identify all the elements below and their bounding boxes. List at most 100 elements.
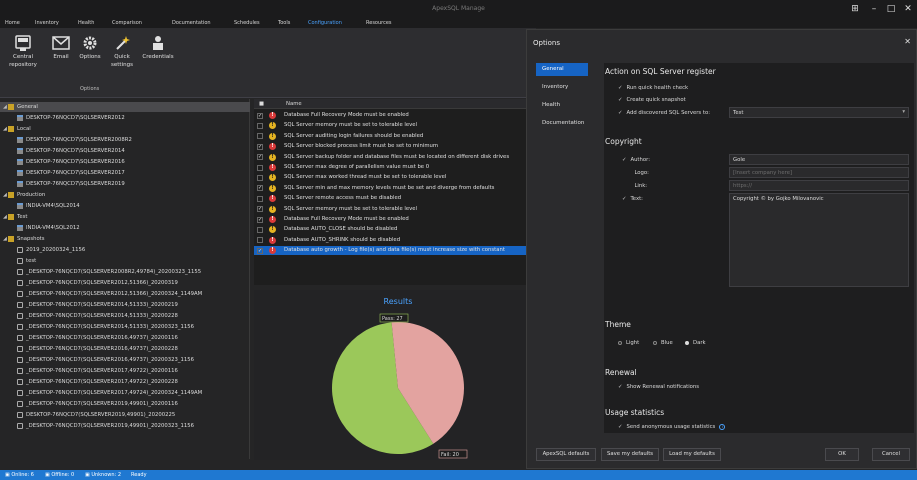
row-checkbox[interactable]: ✓ xyxy=(257,112,263,119)
tree-snapshot-item[interactable]: _DESKTOP-76NQCD7(SQLSERVER2012,51366)_20… xyxy=(0,278,250,288)
tree-snapshot-item[interactable]: _DESKTOP-76NQCD7(SQLSERVER2014,51333)_20… xyxy=(0,311,250,321)
grid-row[interactable]: ✓! Database Full Recovery Mode must be en… xyxy=(254,215,536,224)
author-input[interactable]: Gole xyxy=(729,154,909,165)
grid-row[interactable]: ✓! SQL Server min and max memory levels m… xyxy=(254,184,536,193)
grid-row[interactable]: ✓! SQL Server blocked process limit must … xyxy=(254,142,536,151)
grid-row[interactable]: ! SQL Server memory must be set to tolera… xyxy=(254,121,536,130)
row-checkbox[interactable] xyxy=(257,133,263,140)
grid-row[interactable]: ! SQL Server remote access must be disabl… xyxy=(254,194,536,203)
row-checkbox[interactable]: ✓ xyxy=(257,143,263,150)
options-button[interactable]: Options xyxy=(76,34,104,60)
tree-server-item[interactable]: DESKTOP-76NQCD7\SQLSERVER2008R2 xyxy=(0,135,250,145)
save-my-defaults-button[interactable]: Save my defaults xyxy=(601,448,659,461)
tree-group[interactable]: ◢ Test xyxy=(0,212,250,222)
row-checkbox[interactable] xyxy=(257,122,263,129)
grid-row[interactable]: ✓! SQL Server memory must be set to toler… xyxy=(254,205,536,214)
tree-server-item[interactable]: DESKTOP-76NQCD7\SQLSERVER2016 xyxy=(0,157,250,167)
tree-group[interactable]: ◢ Snapshots xyxy=(0,234,250,244)
tree-group[interactable]: ◢ Local xyxy=(0,124,250,134)
central-repository-button[interactable]: Central repository xyxy=(4,34,42,68)
nav-inventory[interactable]: Inventory xyxy=(536,81,588,94)
menu-configuration[interactable]: Configuration xyxy=(308,20,342,26)
tree-snapshot-item[interactable]: _DESKTOP-76NQCD7(SQLSERVER2016,49737)_20… xyxy=(0,355,250,365)
menu-health[interactable]: Health xyxy=(78,20,94,26)
dialog-close-icon[interactable]: ✕ xyxy=(904,37,911,46)
theme-dark-radio[interactable]: Dark xyxy=(685,340,706,346)
tree-snapshot-item[interactable]: _DESKTOP-76NQCD7(SQLSERVER2012,51366)_20… xyxy=(0,289,250,299)
row-checkbox[interactable] xyxy=(257,237,263,244)
row-checkbox[interactable]: ✓ xyxy=(257,206,263,213)
copyright-text-area[interactable]: Copyright © by Gojko Milovanovic xyxy=(729,193,909,287)
grid-row[interactable]: ! Database AUTO_CLOSE should be disabled xyxy=(254,225,536,234)
tree-server-item[interactable]: DESKTOP-76NQCD7\SQLSERVER2014 xyxy=(0,146,250,156)
tree-snapshot-item[interactable]: _DESKTOP-76NQCD7(SQLSERVER2017,49722)_20… xyxy=(0,377,250,387)
tree-group[interactable]: ◢ Production xyxy=(0,190,250,200)
tree-server-item[interactable]: INDIA-VM4\SQL2012 xyxy=(0,223,250,233)
info-icon[interactable]: i xyxy=(719,424,726,430)
row-checkbox[interactable]: ✓ xyxy=(257,216,263,223)
option-health-check[interactable]: ✓ Run quick health check xyxy=(618,85,688,91)
theme-light-radio[interactable]: Light xyxy=(618,340,639,346)
grid-row[interactable]: ✓! SQL Server backup folder and database … xyxy=(254,153,536,162)
tree-server-item[interactable]: DESKTOP-76NQCD7\SQLSERVER2019 xyxy=(0,179,250,189)
row-checkbox[interactable]: ✓ xyxy=(257,185,263,192)
minimize-button[interactable]: – xyxy=(867,2,881,16)
menu-comparison[interactable]: Comparison xyxy=(112,20,142,26)
close-button[interactable]: ✕ xyxy=(901,2,915,16)
row-checkbox[interactable] xyxy=(257,174,263,181)
grid-header-severity[interactable]: ■ xyxy=(259,101,264,107)
menu-inventory[interactable]: Inventory xyxy=(35,20,59,26)
tree-snapshot-item[interactable]: _DESKTOP-76NQCD7(SQLSERVER2017,49722)_20… xyxy=(0,366,250,376)
tree-snapshot-item[interactable]: _DESKTOP-76NQCD7(SQLSERVER2019,49901)_20… xyxy=(0,421,250,431)
tree-snapshot-item[interactable]: _DESKTOP-76NQCD7(SQLSERVER2008R2,49784)_… xyxy=(0,267,250,277)
load-my-defaults-button[interactable]: Load my defaults xyxy=(663,448,721,461)
tree-snapshot-item[interactable]: _DESKTOP-76NQCD7(SQLSERVER2016,49737)_20… xyxy=(0,344,250,354)
grid-row[interactable]: ✓! Database Full Recovery Mode must be en… xyxy=(254,111,536,120)
grid-row[interactable]: ✓! Database auto growth - Log file(s) and… xyxy=(254,246,536,256)
tree-snapshot-item[interactable]: DESKTOP-76NQCD7(SQLSERVER2019,49901)_202… xyxy=(0,410,250,420)
menu-documentation[interactable]: Documentation xyxy=(172,20,211,26)
nav-documentation[interactable]: Documentation xyxy=(536,117,588,130)
maximize-button[interactable]: □ xyxy=(884,2,898,16)
grid-row[interactable]: ! Database AUTO_SHRINK should be disabled xyxy=(254,236,536,245)
grid-row[interactable]: ! SQL Server auditing login failures shou… xyxy=(254,132,536,141)
tree-snapshot-item[interactable]: _DESKTOP-76NQCD7(SQLSERVER2019,49901)_20… xyxy=(0,399,250,409)
grid-row[interactable]: ! SQL Server max degree of parallelism va… xyxy=(254,163,536,172)
theme-blue-radio[interactable]: Blue xyxy=(653,340,673,346)
ok-button[interactable]: OK xyxy=(825,448,859,461)
tree-snapshot-item[interactable]: test xyxy=(0,256,250,266)
link-input[interactable]: https:// xyxy=(729,180,909,191)
tree-snapshot-item[interactable]: _DESKTOP-76NQCD7(SQLSERVER2014,51333)_20… xyxy=(0,322,250,332)
server-tree[interactable]: ◢ General DESKTOP-76NQCD7\SQLSERVER2012 ◢ Lo… xyxy=(0,99,250,459)
option-renewal[interactable]: ✓ Show Renewal notifications xyxy=(618,384,699,390)
row-checkbox[interactable] xyxy=(257,195,263,202)
menu-resources[interactable]: Resources xyxy=(366,20,392,26)
quick-settings-button[interactable]: Quick settings xyxy=(108,34,136,68)
option-create-snapshot[interactable]: ✓ Create quick snapshot xyxy=(618,97,686,103)
apexsql-defaults-button[interactable]: ApexSQL defaults xyxy=(536,448,596,461)
tree-snapshot-item[interactable]: 2019_20200324_1156 xyxy=(0,245,250,255)
logo-input[interactable]: [Insert company here] xyxy=(729,167,909,178)
row-checkbox[interactable] xyxy=(257,164,263,171)
menu-schedules[interactable]: Schedules xyxy=(234,20,260,26)
row-checkbox[interactable] xyxy=(257,226,263,233)
menu-tools[interactable]: Tools xyxy=(278,20,290,26)
nav-general[interactable]: General xyxy=(536,63,588,76)
row-checkbox[interactable]: ✓ xyxy=(257,247,263,254)
option-add-servers[interactable]: ✓ Add discovered SQL Servers to: xyxy=(618,110,710,116)
email-button[interactable]: Email xyxy=(48,34,74,60)
tree-server-item[interactable]: DESKTOP-76NQCD7\SQLSERVER2017 xyxy=(0,168,250,178)
option-usage[interactable]: ✓ Send anonymous usage statistics i xyxy=(618,424,726,430)
tree-server-item[interactable]: INDIA-VM4\SQL2014 xyxy=(0,201,250,211)
cancel-button[interactable]: Cancel xyxy=(872,448,910,461)
add-servers-dropdown[interactable]: Test ▾ xyxy=(729,107,909,118)
nav-health[interactable]: Health xyxy=(536,99,588,112)
row-checkbox[interactable]: ✓ xyxy=(257,154,263,161)
tree-snapshot-item[interactable]: _DESKTOP-76NQCD7(SQLSERVER2016,49737)_20… xyxy=(0,333,250,343)
grid-row[interactable]: ! SQL Server max worked thread must be se… xyxy=(254,173,536,182)
settings-window-icon[interactable]: ⊞ xyxy=(848,2,862,16)
tree-snapshot-item[interactable]: _DESKTOP-76NQCD7(SQLSERVER2017,49724)_20… xyxy=(0,388,250,398)
menu-home[interactable]: Home xyxy=(5,20,20,26)
credentials-button[interactable]: Credentials xyxy=(140,34,176,60)
health-checks-grid[interactable]: ■ Name ✓! Database Full Recovery Mode mus… xyxy=(254,99,536,285)
